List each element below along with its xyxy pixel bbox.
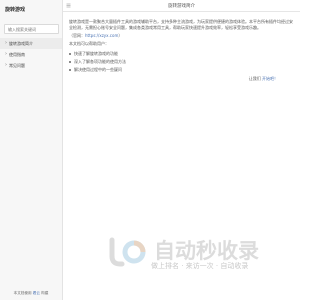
sidebar-item-label: 常见问题 — [9, 62, 25, 68]
sidebar: 旋转游戏 › 旋转游戏简介 › 使用指南 › 常见问题 本文档使用 看云 构建 — [0, 0, 63, 300]
topbar: 旋转游戏简介 — [63, 0, 300, 12]
list-heading: 本文档可以帮助用户： — [69, 41, 109, 46]
sidebar-footer: 本文档使用 看云 构建 — [0, 291, 62, 296]
start-link[interactable]: 开始吧！ — [262, 76, 278, 81]
website-prefix: （官网： — [69, 33, 85, 38]
website-suffix: ） — [118, 33, 123, 38]
chevron-right-icon: › — [5, 51, 7, 57]
sidebar-item-faq[interactable]: › 常见问题 — [0, 60, 62, 71]
ending-text: 让我们 — [248, 76, 262, 81]
footer-prefix: 本文档使用 — [13, 291, 33, 295]
watermark-subtitle: 做上排名 · 来访一次 · 自动收录 — [151, 262, 249, 270]
search-input[interactable] — [4, 24, 59, 34]
footer-link[interactable]: 看云 — [33, 291, 40, 295]
chevron-right-icon: › — [5, 40, 7, 46]
list-item: 深入了解各项功能的使用方法 — [69, 59, 294, 65]
article: 旋转游戏是一款聚合大量插件工具的游戏辅助平台，支持多种主流游戏，为玩家提供便捷的… — [63, 12, 300, 82]
list-item: 解决使用过程中的一些疑问 — [69, 67, 294, 73]
watermark: 自动秒收录 做上排名 · 来访一次 · 自动收录 — [68, 232, 298, 278]
intro-paragraph: 旋转游戏是一款聚合大量插件工具的游戏辅助平台，支持多种主流游戏，为玩家提供便捷的… — [69, 19, 293, 30]
page-title: 旋转游戏简介 — [168, 3, 195, 9]
bullet-icon — [69, 69, 71, 71]
chevron-right-icon: › — [5, 62, 7, 68]
footer-suffix: 构建 — [39, 291, 49, 295]
sidebar-item-guide[interactable]: › 使用指南 — [0, 49, 62, 60]
sidebar-item-label: 使用指南 — [9, 51, 25, 57]
menu-toggle-icon[interactable] — [66, 3, 71, 8]
website-line: （官网：https://xzyx.com） — [69, 33, 294, 39]
ending-line: 让我们 开始吧！ — [69, 76, 294, 82]
list-item-text: 深入了解各项功能的使用方法 — [74, 59, 126, 64]
bullet-icon — [69, 61, 71, 63]
list-item-text: 快速了解旋转游戏的功能 — [74, 51, 118, 56]
sidebar-item-intro[interactable]: › 旋转游戏简介 — [0, 38, 62, 49]
sidebar-item-label: 旋转游戏简介 — [9, 40, 33, 46]
logo-icon — [109, 237, 146, 267]
sidebar-nav: › 旋转游戏简介 › 使用指南 › 常见问题 — [0, 38, 62, 71]
sidebar-brand[interactable]: 旋转游戏 — [0, 0, 62, 24]
list-item-text: 解决使用过程中的一些疑问 — [74, 67, 122, 72]
feature-list: 快速了解旋转游戏的功能 深入了解各项功能的使用方法 解决使用过程中的一些疑问 — [69, 51, 294, 73]
list-item: 快速了解旋转游戏的功能 — [69, 51, 294, 57]
website-link[interactable]: https://xzyx.com — [85, 33, 118, 38]
bullet-icon — [69, 53, 71, 55]
